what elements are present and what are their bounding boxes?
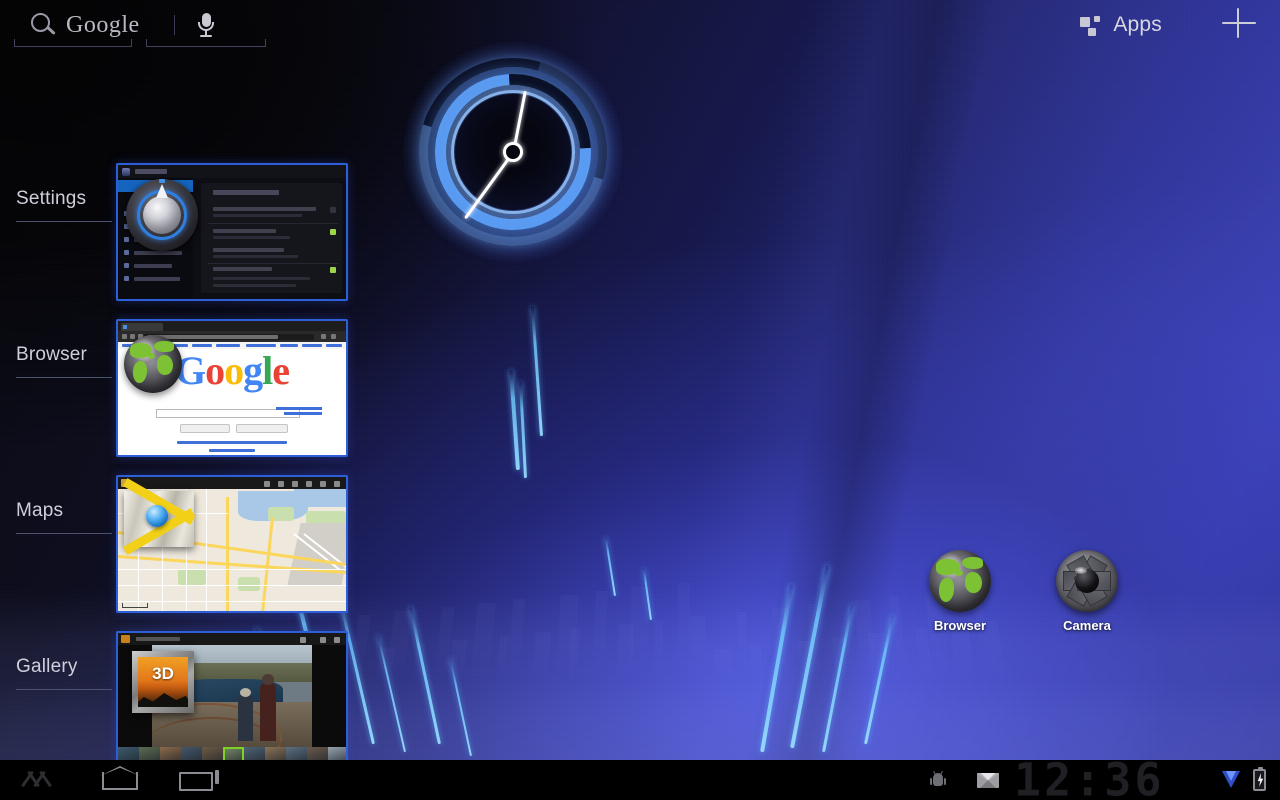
wifi-signal-fill bbox=[1226, 771, 1236, 781]
email-envelope-icon[interactable] bbox=[977, 760, 999, 800]
browser-thumbnail[interactable]: Google bbox=[116, 319, 348, 457]
row-label-gallery: Gallery bbox=[16, 656, 112, 690]
microphone-icon[interactable] bbox=[197, 11, 215, 39]
gallery-thumbnail[interactable]: 3D bbox=[116, 631, 348, 771]
plus-icon bbox=[1222, 22, 1256, 24]
home-icon[interactable] bbox=[98, 760, 142, 800]
recent-apps-icon[interactable] bbox=[176, 760, 222, 800]
topbar-divider bbox=[1189, 8, 1190, 38]
google-logo: Google bbox=[175, 351, 289, 391]
search-text: Google bbox=[66, 13, 140, 37]
folded-map-icon bbox=[124, 491, 194, 547]
clock-hub bbox=[503, 142, 523, 162]
row-label-settings: Settings bbox=[16, 188, 112, 222]
status-clock[interactable]: 12:36 bbox=[1014, 758, 1164, 800]
desktop-icon-label: Camera bbox=[1032, 618, 1142, 633]
customize-plus-button[interactable] bbox=[1218, 8, 1260, 38]
system-bar: 12:36 bbox=[0, 760, 1280, 800]
settings-thumbnail[interactable] bbox=[116, 163, 348, 301]
maps-thumbnail[interactable] bbox=[116, 475, 348, 613]
globe-icon bbox=[124, 335, 182, 393]
android-bugdroid-icon[interactable] bbox=[931, 760, 945, 800]
globe-icon bbox=[929, 550, 991, 612]
desktop-icon-camera[interactable]: Camera bbox=[1032, 550, 1142, 633]
search-divider bbox=[174, 15, 175, 35]
home-screen: Google Apps Settings Browser bbox=[0, 0, 1280, 800]
desktop-icon-browser[interactable]: Browser bbox=[905, 550, 1015, 633]
search-underline bbox=[14, 38, 266, 47]
apps-label: Apps bbox=[1113, 13, 1162, 37]
analog-clock-widget[interactable] bbox=[413, 52, 613, 252]
row-label-browser: Browser bbox=[16, 344, 112, 378]
row-label-maps: Maps bbox=[16, 500, 112, 534]
camera-aperture-icon bbox=[1056, 550, 1118, 612]
apps-grid-icon bbox=[1080, 15, 1102, 35]
battery-charging-icon[interactable] bbox=[1253, 769, 1266, 791]
desktop-icon-label: Browser bbox=[905, 618, 1015, 633]
apps-button[interactable]: Apps bbox=[1074, 6, 1168, 44]
picture-frame-3d-icon: 3D bbox=[132, 651, 194, 713]
search-icon bbox=[30, 12, 56, 38]
settings-knob-icon bbox=[126, 179, 198, 251]
back-chevron-icon[interactable] bbox=[22, 760, 62, 800]
